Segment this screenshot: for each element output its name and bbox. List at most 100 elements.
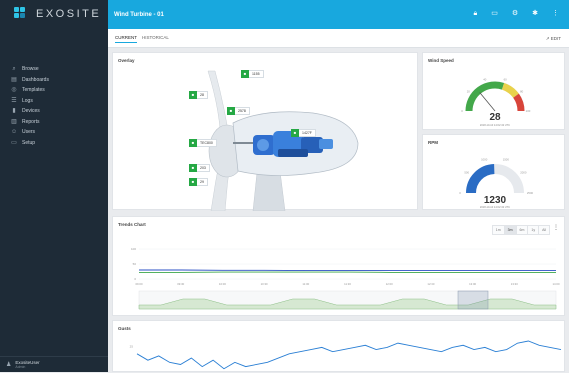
brand[interactable]: EXOSITE: [0, 0, 108, 28]
gauge-tick-label: 80: [520, 90, 524, 94]
settings-icon[interactable]: ✱: [532, 10, 538, 18]
sensor-indicator: ■: [189, 178, 197, 186]
sensor-value: 1427F: [299, 131, 315, 135]
x-tick-label: 12:30: [427, 282, 434, 286]
gauge-needle: [480, 93, 495, 111]
gauge-fill: [471, 169, 494, 193]
y-tick-label: 100: [131, 247, 136, 251]
navigator-window[interactable]: [458, 291, 488, 309]
app-window: EXOSITE ⌕ Browse ▤ Dashboards ◎ Templates ☰…: [0, 0, 569, 372]
exosite-logo-icon: [14, 7, 28, 21]
x-tick-label: 09:00: [136, 282, 143, 286]
tab-historical[interactable]: HISTORICAL: [142, 35, 169, 40]
user-icon: ♟: [6, 361, 11, 368]
sensor-tag[interactable]: ■2578: [227, 107, 250, 115]
gauge-band-yellow: [503, 86, 516, 95]
sensor-value: 2578: [235, 109, 249, 113]
sidebar-item-reports[interactable]: ▥ Reports: [0, 117, 108, 128]
main-area: Wind Turbine - 01 🔒︎ ▭ ⚙︎ ✱ ⋮ CURRENT HI…: [108, 0, 569, 372]
y-tick-label: 50: [133, 262, 137, 266]
report-icon: ▥: [11, 119, 17, 125]
sidebar-item-setup[interactable]: ▭ Setup: [0, 138, 108, 149]
sensor-tag[interactable]: ■TEC800: [189, 139, 217, 147]
search-icon: ⌕: [11, 66, 17, 72]
sidebar-item-templates[interactable]: ◎ Templates: [0, 85, 108, 96]
gauge-tick-label: 2000: [520, 170, 527, 174]
trend-series-line: [139, 270, 556, 271]
sidebar-item-label: Reports: [22, 119, 40, 125]
x-tick-label: 10:00: [219, 282, 226, 286]
gear-icon[interactable]: ⚙︎: [512, 10, 518, 18]
header-bar: Wind Turbine - 01 🔒︎ ▭ ⚙︎ ✱ ⋮: [108, 0, 569, 29]
user-role: Admin: [15, 365, 39, 369]
gauge-tick-label: 0: [459, 191, 461, 195]
user-menu[interactable]: ♟ ExositeUser Admin: [0, 356, 108, 372]
sidebar-item-label: Setup: [22, 140, 35, 146]
sensor-indicator: ■: [241, 70, 249, 78]
sidebar-item-label: Browse: [22, 66, 39, 72]
sensor-tag[interactable]: ■1155: [241, 70, 264, 78]
sidebar: EXOSITE ⌕ Browse ▤ Dashboards ◎ Templates ☰…: [0, 0, 108, 372]
x-tick-label: 13:00: [469, 282, 476, 286]
log-icon: ☰: [11, 98, 17, 104]
y-tick-label: 25: [130, 344, 134, 348]
gauge-tick-label: 1500: [503, 158, 510, 162]
sidebar-item-label: Templates: [22, 87, 45, 93]
x-tick-label: 12:00: [386, 282, 393, 286]
wind-speed-gauge: 020406080100 28 2018-10-10 14:02:43 UTC: [423, 53, 566, 131]
gauge-tick-label: 500: [464, 170, 469, 174]
sensor-value: TEC800: [197, 141, 216, 145]
gauge-tick-label: 2500: [527, 191, 534, 195]
sidebar-nav: ⌕ Browse ▤ Dashboards ◎ Templates ☰ Logs ▮De…: [0, 64, 108, 148]
sidebar-item-browse[interactable]: ⌕ Browse: [0, 64, 108, 75]
sidebar-item-dashboards[interactable]: ▤ Dashboards: [0, 75, 108, 86]
x-tick-label: 11:00: [302, 282, 309, 286]
overlay-panel: Overlay ■1155 ■28: [112, 52, 418, 210]
monitor-icon[interactable]: ▭: [491, 10, 498, 18]
gauge-tick-label: 20: [467, 90, 471, 94]
turbine-illustration: [113, 53, 419, 211]
sensor-indicator: ■: [227, 107, 235, 115]
sidebar-item-label: Dashboards: [22, 77, 49, 83]
edit-dashboard-link[interactable]: ↗ EDIT: [546, 36, 561, 42]
user-info: ExositeUser Admin: [15, 360, 39, 369]
sidebar-item-logs[interactable]: ☰ Logs: [0, 96, 108, 107]
header-tools: 🔒︎ ▭ ⚙︎ ✱ ⋮: [473, 10, 559, 18]
gusts-chart: 25: [113, 321, 566, 373]
sensor-tag[interactable]: ■28: [189, 91, 208, 99]
page-title: Wind Turbine - 01: [114, 12, 164, 18]
gusts-panel: Gusts 25: [112, 320, 565, 372]
trends-chart: 10050009:0009:3010:0010:3011:0011:3012:0…: [113, 217, 566, 317]
sidebar-item-label: Users: [22, 129, 35, 135]
x-tick-label: 09:30: [177, 282, 184, 286]
x-tick-label: 14:00: [553, 282, 560, 286]
sidebar-item-devices[interactable]: ▮Devices: [0, 106, 108, 117]
gauge-tick-label: 0: [461, 109, 463, 113]
wind-speed-date: 2018-10-10 14:02:43 UTC: [480, 123, 510, 127]
sensor-tag[interactable]: ■203: [189, 164, 210, 172]
sensor-value: 28: [197, 93, 207, 97]
gauge-tick-label: 60: [504, 78, 508, 82]
sensor-indicator: ■: [189, 139, 197, 147]
sensor-value: 29: [197, 180, 207, 184]
tab-current[interactable]: CURRENT: [115, 35, 137, 43]
gauge-tick-label: 1000: [481, 158, 488, 162]
lock-icon[interactable]: 🔒︎: [473, 10, 477, 18]
more-menu-icon[interactable]: ⋮: [552, 10, 559, 18]
sidebar-item-users[interactable]: ☺Users: [0, 127, 108, 138]
sidebar-item-label: Logs: [22, 98, 33, 104]
dashboard-icon: ▤: [11, 77, 17, 83]
gust-series-line: [137, 341, 561, 369]
sensor-tag[interactable]: ■29: [189, 178, 208, 186]
template-icon: ◎: [11, 87, 17, 93]
gauge-band-green: [469, 85, 503, 111]
sensor-tag[interactable]: ■1427F: [291, 129, 316, 137]
setup-icon: ▭: [11, 140, 17, 146]
rpm-panel: RPM 05001000150020002500 1230 2018-10-10…: [422, 134, 565, 210]
rpm-gauge: 05001000150020002500 1230 2018-10-10 14:…: [423, 135, 566, 211]
wind-speed-panel: Wind Speed 020406080100 28 2018-10-10 14…: [422, 52, 565, 130]
gauge-band-red: [516, 96, 521, 111]
sensor-indicator: ■: [189, 91, 197, 99]
brand-name: EXOSITE: [36, 8, 101, 20]
wind-speed-value: 28: [489, 112, 501, 123]
